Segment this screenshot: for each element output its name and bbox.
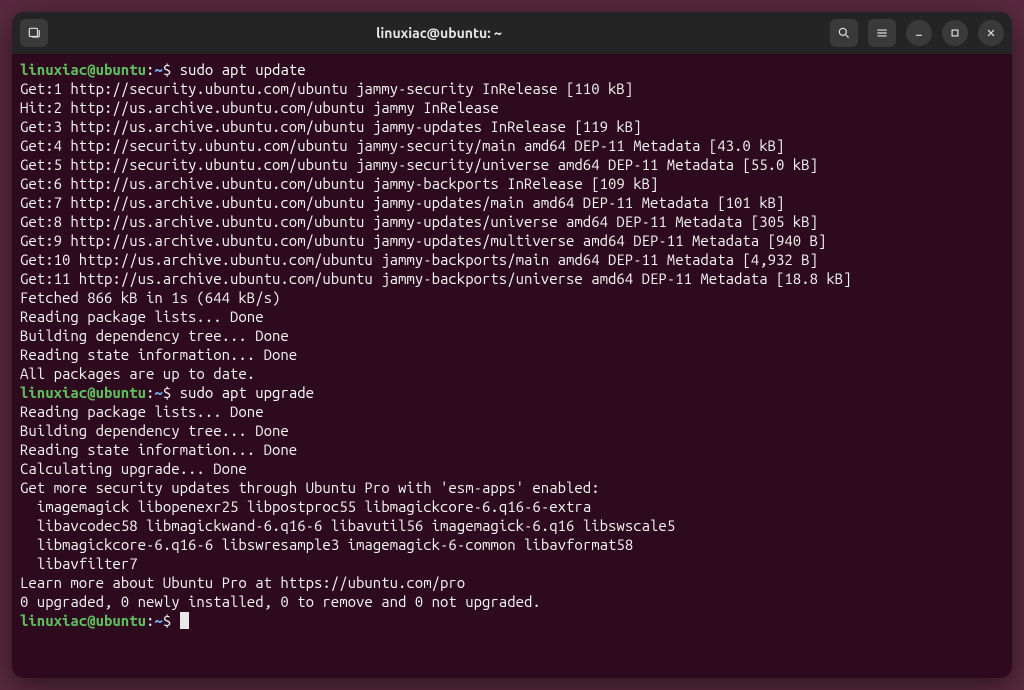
output-line: Reading package lists... Done [20,307,1004,326]
command-text: sudo apt upgrade [180,384,314,401]
output-line: Get:11 http://us.archive.ubuntu.com/ubun… [20,269,1004,288]
prompt-user: linuxiac@ubuntu [20,61,146,78]
maximize-icon [948,26,962,40]
output-line: Building dependency tree... Done [20,326,1004,345]
output-line: 0 upgraded, 0 newly installed, 0 to remo… [20,592,1004,611]
prompt-path: ~ [154,612,162,629]
titlebar: linuxiac@ubuntu: ~ [12,12,1012,54]
new-tab-icon [27,26,41,40]
output-line: Reading package lists... Done [20,402,1004,421]
minimize-button[interactable] [906,20,932,46]
close-icon [984,26,998,40]
output-line: Fetched 866 kB in 1s (644 kB/s) [20,288,1004,307]
prompt-dollar: $ [163,384,180,401]
window-title: linuxiac@ubuntu: ~ [376,25,502,41]
minimize-icon [912,26,926,40]
output-line: libavcodec58 libmagickwand-6.q16-6 libav… [20,516,1004,535]
maximize-button[interactable] [942,20,968,46]
output-line: Get:9 http://us.archive.ubuntu.com/ubunt… [20,231,1004,250]
output-line: libmagickcore-6.q16-6 libswresample3 ima… [20,535,1004,554]
prompt-line: linuxiac@ubuntu:~$ sudo apt upgrade [20,383,1004,402]
prompt-line: linuxiac@ubuntu:~$ [20,611,1004,630]
prompt-dollar: $ [163,61,180,78]
output-line: Get:8 http://us.archive.ubuntu.com/ubunt… [20,212,1004,231]
output-line: Get:1 http://security.ubuntu.com/ubuntu … [20,79,1004,98]
output-line: Hit:2 http://us.archive.ubuntu.com/ubunt… [20,98,1004,117]
output-line: Building dependency tree... Done [20,421,1004,440]
output-line: Get:7 http://us.archive.ubuntu.com/ubunt… [20,193,1004,212]
output-line: Get:10 http://us.archive.ubuntu.com/ubun… [20,250,1004,269]
menu-button[interactable] [868,19,896,47]
output-line: Get:4 http://security.ubuntu.com/ubuntu … [20,136,1004,155]
output-line: imagemagick libopenexr25 libpostproc55 l… [20,497,1004,516]
output-line: Get:3 http://us.archive.ubuntu.com/ubunt… [20,117,1004,136]
output-line: Get:5 http://security.ubuntu.com/ubuntu … [20,155,1004,174]
output-line: Learn more about Ubuntu Pro at https://u… [20,573,1004,592]
prompt-path: ~ [154,61,162,78]
hamburger-icon [875,26,889,40]
prompt-user: linuxiac@ubuntu [20,384,146,401]
close-button[interactable] [978,20,1004,46]
search-icon [837,26,851,40]
terminal-window: linuxiac@ubuntu: ~ linuxiac@ubuntu:~$ su… [12,12,1012,678]
terminal-viewport[interactable]: linuxiac@ubuntu:~$ sudo apt updateGet:1 … [12,54,1012,678]
output-line: Calculating upgrade... Done [20,459,1004,478]
output-line: libavfilter7 [20,554,1004,573]
output-line: Reading state information... Done [20,345,1004,364]
prompt-line: linuxiac@ubuntu:~$ sudo apt update [20,60,1004,79]
search-button[interactable] [830,19,858,47]
new-tab-button[interactable] [20,19,48,47]
output-line: Reading state information... Done [20,440,1004,459]
prompt-user: linuxiac@ubuntu [20,612,146,629]
output-line: Get more security updates through Ubuntu… [20,478,1004,497]
command-text: sudo apt update [180,61,306,78]
output-line: All packages are up to date. [20,364,1004,383]
output-line: Get:6 http://us.archive.ubuntu.com/ubunt… [20,174,1004,193]
prompt-path: ~ [154,384,162,401]
cursor [180,612,189,629]
prompt-dollar: $ [163,612,180,629]
